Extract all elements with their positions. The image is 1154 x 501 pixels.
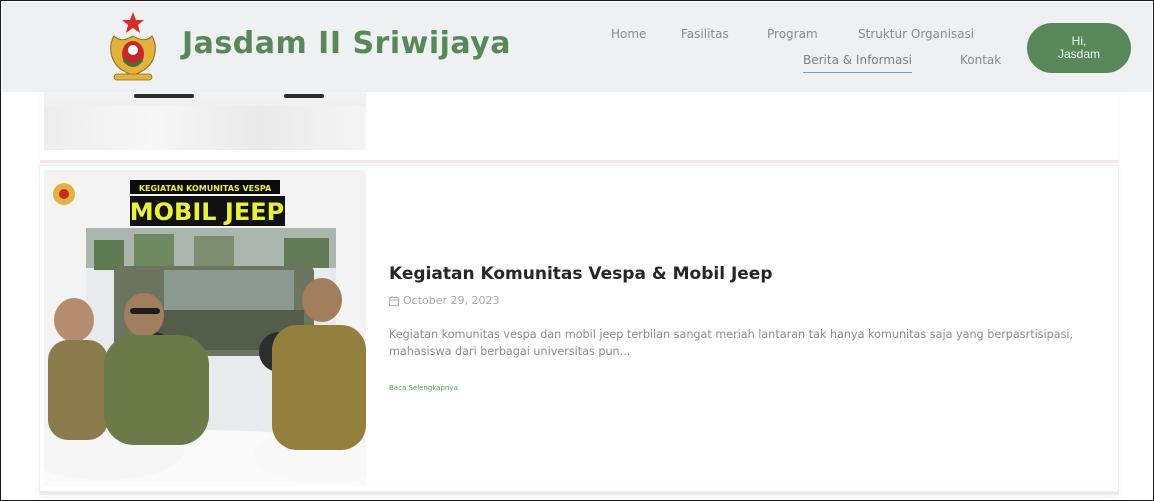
military-emblem-icon[interactable] — [100, 10, 166, 84]
article-thumbnail[interactable]: KEGIATAN KOMUNITAS VESPA MOBIL JEEP — [44, 170, 366, 486]
article-excerpt: Kegiatan komunitas vespa dan mobil jeep … — [389, 328, 1074, 358]
brand-name[interactable]: Jasdam II Sriwijaya — [182, 26, 511, 61]
article-thumbnail-previous[interactable] — [44, 92, 366, 150]
article-card[interactable]: KEGIATAN KOMUNITAS VESPA MOBIL JEEP Kegi… — [40, 166, 1118, 494]
nav-program[interactable]: Program — [767, 27, 818, 41]
nav-home[interactable]: Home — [611, 27, 646, 41]
nav-struktur-organisasi[interactable]: Struktur Organisasi — [858, 27, 974, 41]
article-date-text: October 29, 2023 — [403, 294, 500, 307]
nav-fasilitas[interactable]: Fasilitas — [681, 27, 729, 41]
article-card-previous[interactable] — [40, 92, 1118, 163]
calendar-icon — [389, 295, 399, 306]
nav-berita-informasi[interactable]: Berita & Informasi — [803, 53, 912, 73]
article-date: October 29, 2023 — [389, 294, 500, 307]
user-greeting-button[interactable]: Hi, Jasdam — [1027, 23, 1131, 73]
nav-kontak[interactable]: Kontak — [960, 53, 1001, 67]
image-heading-small: KEGIATAN KOMUNITAS VESPA — [139, 184, 272, 193]
greeting-username: Jasdam — [1057, 47, 1101, 61]
image-heading-big: MOBIL JEEP — [130, 198, 284, 226]
article-title[interactable]: Kegiatan Komunitas Vespa & Mobil Jeep — [389, 264, 773, 284]
read-more-link[interactable]: Baca Selengkapnya — [389, 384, 458, 392]
article-image: KEGIATAN KOMUNITAS VESPA MOBIL JEEP — [44, 170, 366, 486]
site-header: Jasdam II Sriwijaya Home Fasilitas Progr… — [2, 2, 1152, 92]
